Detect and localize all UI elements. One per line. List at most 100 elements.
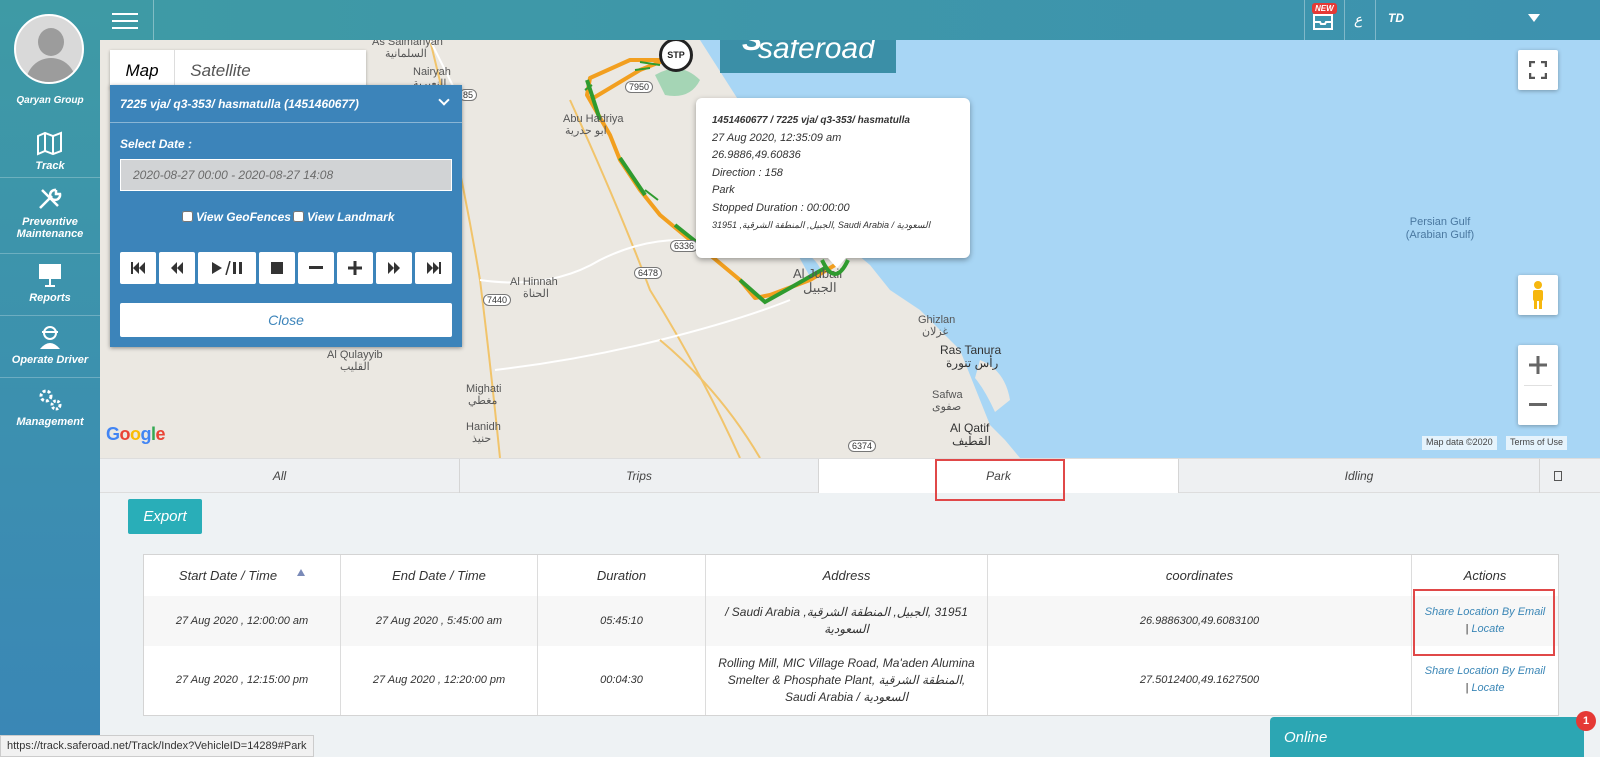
popup-direction: Direction : 158 (712, 166, 783, 179)
popup-status: Park (712, 184, 735, 196)
cell-actions: Share Location By Email | Locate (1424, 665, 1546, 694)
popup-vehicle: 1451460677 / 7225 vja/ q3-353/ hasmatull… (712, 115, 910, 126)
sidebar-item-label: Preventive Maintenance (16, 216, 84, 240)
export-button[interactable]: Export (128, 499, 202, 534)
sidebar-item-track[interactable]: Track (0, 130, 100, 172)
map-label: Ras Tanura (940, 343, 1002, 357)
status-bar-url: https://track.saferoad.net/Track/Index?V… (0, 735, 314, 757)
chevron-down-icon[interactable] (1528, 14, 1540, 22)
map-label: Abu Hadriya (563, 113, 624, 125)
map-label: الحناة (523, 288, 549, 300)
view-options: View GeoFences View Landmark (182, 210, 395, 224)
menu-icon[interactable] (112, 13, 138, 29)
top-bar: NEW ع TD (100, 0, 1600, 40)
map-label: Ghizlan (918, 314, 956, 326)
popup-stopped-duration: Stopped Duration : 00:00:00 (712, 201, 850, 214)
column-header[interactable]: Address (706, 555, 988, 596)
column-header[interactable]: Duration (538, 555, 706, 596)
map-label: السلمانية (385, 48, 427, 60)
first-button[interactable] (120, 252, 156, 284)
sidebar-item-reports[interactable]: Reports (0, 253, 100, 304)
sidebar: Qaryan Group Track Preventive Maintenanc… (0, 0, 100, 757)
slower-button[interactable] (298, 252, 334, 284)
pegman-icon (1533, 281, 1543, 309)
stop-icon (271, 262, 283, 274)
map[interactable]: As Salmanyah السلمانية Nairyah النعيرية … (100, 40, 1600, 458)
tab-satellite[interactable]: Satellite (174, 50, 266, 88)
event-tabs: All Trips Park Idling (100, 458, 1600, 493)
map-attribution: Map data ©2020 (1422, 436, 1497, 450)
play-pause-icon (212, 261, 242, 275)
cell-start: 27 Aug 2020 , 12:15:00 pm (144, 646, 341, 715)
park-table: Start Date / Time End Date / Time Durati… (143, 554, 1559, 716)
tab-idling[interactable]: Idling (1179, 459, 1540, 493)
highlight-park-tab (935, 459, 1065, 501)
view-landmark-checkbox[interactable] (292, 211, 304, 222)
tab-map[interactable]: Map (110, 50, 174, 88)
view-geofences-checkbox[interactable] (182, 211, 193, 222)
presentation-icon (39, 264, 61, 287)
forward-button[interactable] (376, 252, 412, 284)
chevron-down-icon[interactable] (438, 94, 450, 106)
sidebar-item-operate-driver[interactable]: Operate Driver (0, 315, 100, 366)
minus-icon (309, 266, 323, 269)
close-button[interactable]: Close (120, 303, 452, 337)
sidebar-item-management[interactable]: Management (0, 377, 100, 428)
map-label: مغطي (468, 395, 498, 407)
column-header[interactable]: coordinates (988, 555, 1412, 596)
fullscreen-button[interactable] (1518, 50, 1558, 90)
vehicle-title: 7225 vja/ q3-353/ hasmatulla (1451460677… (120, 97, 359, 111)
route-shield: 6336 (670, 240, 699, 252)
cell-coordinates: 26.9886300,49.6083100 (988, 596, 1412, 646)
vehicle-marker-icon[interactable] (820, 258, 850, 282)
skip-first-icon (131, 262, 145, 274)
map-label: صفوى (932, 401, 962, 413)
map-icon (37, 131, 62, 156)
cell-address: 31951 ,الجبيل, المنطقة الشرقية, Saudi Ar… (706, 596, 988, 646)
table-row: 27 Aug 2020 , 12:00:00 am 27 Aug 2020 , … (144, 596, 1558, 646)
map-label: Nairyah (413, 66, 451, 78)
zoom-in-button[interactable] (1518, 345, 1558, 385)
chat-online-widget[interactable]: Online (1270, 717, 1584, 757)
terms-of-use-link[interactable]: Terms of Use (1506, 436, 1568, 450)
tab-trips[interactable]: Trips (460, 459, 819, 493)
last-button[interactable] (415, 252, 452, 284)
avatar[interactable] (14, 14, 84, 84)
playback-panel: 7225 vja/ q3-353/ hasmatulla (1451460677… (110, 85, 462, 347)
tab-all[interactable]: All (100, 459, 460, 493)
map-label: Al Hinnah (510, 276, 558, 288)
map-label: Al Qatif (950, 421, 990, 435)
rewind-button[interactable] (159, 252, 195, 284)
zoom-out-button[interactable] (1518, 385, 1558, 425)
column-header[interactable]: Start Date / Time (144, 555, 341, 596)
cell-address: Rolling Mill, MIC Village Road, Ma'aden … (706, 646, 988, 715)
tab-more-icon[interactable] (1554, 471, 1562, 481)
fast-forward-icon (388, 262, 400, 274)
street-view-button[interactable] (1518, 275, 1558, 315)
skip-last-icon (426, 262, 441, 274)
group-name: Qaryan Group (16, 95, 84, 106)
sidebar-item-preventive-maintenance[interactable]: Preventive Maintenance (0, 177, 100, 240)
share-location-link[interactable]: Share Location By Email (1425, 665, 1545, 677)
saferoad-logo: S saferoad (720, 40, 896, 73)
new-badge: NEW (1312, 3, 1337, 14)
panel-header[interactable]: 7225 vja/ q3-353/ hasmatulla (1451460677… (110, 85, 462, 123)
inbox-icon[interactable] (1313, 12, 1333, 30)
faster-button[interactable] (337, 252, 373, 284)
cell-duration: 05:45:10 (538, 596, 706, 646)
zoom-control (1518, 345, 1558, 425)
language-switch[interactable]: ع (1354, 11, 1362, 28)
map-label: (Arabian Gulf) (1405, 229, 1475, 241)
locate-link[interactable]: Locate (1471, 682, 1504, 694)
date-range-input[interactable] (120, 159, 452, 191)
map-label: ابو حدرية (565, 125, 607, 137)
stop-button[interactable] (259, 252, 295, 284)
column-header[interactable]: End Date / Time (341, 555, 538, 596)
highlight-actions (1413, 589, 1555, 656)
cell-coordinates: 27.5012400,49.1627500 (988, 646, 1412, 715)
user-name[interactable]: TD (1388, 11, 1404, 25)
view-geofences-label: View GeoFences (196, 210, 291, 224)
cell-end: 27 Aug 2020 , 5:45:00 am (341, 596, 538, 646)
play-pause-button[interactable] (198, 252, 256, 284)
plus-icon (1529, 356, 1547, 374)
